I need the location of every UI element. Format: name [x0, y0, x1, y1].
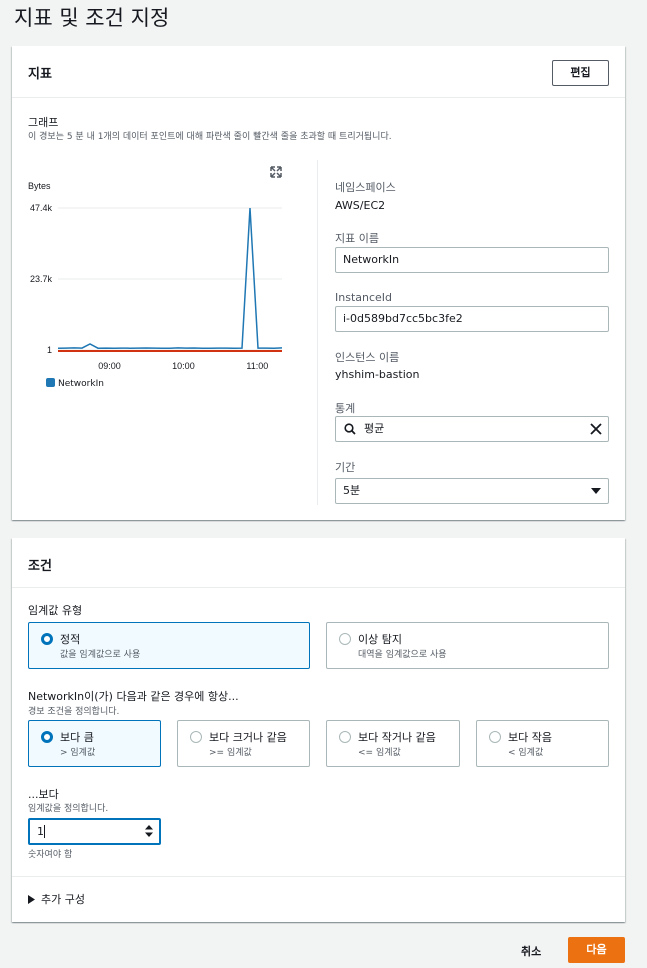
greater-equal-title: 보다 크거나 같음: [209, 731, 287, 744]
y-tick-label: 47.4k: [30, 203, 53, 213]
greater-option[interactable]: 보다 큼 > 임계값: [28, 720, 161, 767]
anomaly-desc: 대역을 임계값으로 사용: [358, 650, 447, 660]
caret-down-icon: [591, 488, 601, 494]
namespace-label: 네임스페이스: [335, 181, 396, 194]
static-radio[interactable]: [41, 633, 53, 645]
anomaly-detection-option[interactable]: 이상 탐지 대역을 임계값으로 사용: [326, 622, 609, 669]
lower-equal-option[interactable]: 보다 작거나 같음 <= 임계값: [326, 720, 460, 767]
than-desc: 임계값을 정의합니다.: [28, 804, 109, 814]
lower-equal-desc: <= 임계값: [358, 748, 401, 758]
threshold-value: 1: [37, 825, 44, 838]
statistic-value: 평균: [364, 422, 385, 435]
y-axis-label: Bytes: [28, 181, 51, 191]
lower-desc: < 임계값: [508, 748, 544, 758]
lower-equal-radio[interactable]: [339, 731, 351, 743]
threshold-type-label: 임계값 유형: [28, 604, 83, 617]
period-label: 기간: [335, 461, 356, 474]
static-title: 정적: [60, 633, 81, 646]
greater-title: 보다 큼: [60, 731, 94, 744]
additional-config-label: 추가 구성: [41, 893, 85, 906]
x-tick-label: 11:00: [246, 361, 268, 371]
graph-label: 그래프: [28, 116, 59, 129]
anomaly-radio[interactable]: [339, 633, 351, 645]
edit-button[interactable]: 편집: [552, 60, 609, 86]
search-icon: [344, 423, 356, 435]
statistic-search-field[interactable]: 평균: [335, 416, 609, 442]
lower-radio[interactable]: [489, 731, 501, 743]
vertical-divider: [317, 160, 318, 505]
x-tick-label: 09:00: [98, 361, 121, 371]
clear-icon[interactable]: [590, 423, 602, 435]
namespace-value: AWS/EC2: [335, 199, 386, 212]
statistic-label: 통계: [335, 402, 356, 415]
spinner-icon[interactable]: [145, 825, 153, 837]
horizontal-divider: [12, 876, 625, 877]
additional-config-toggle[interactable]: 추가 구성: [28, 891, 85, 907]
greater-equal-radio[interactable]: [190, 731, 202, 743]
graph-description: 이 경보는 5 분 내 1개의 데이터 포인트에 대해 파란색 줄이 빨간색 줄…: [28, 132, 392, 142]
whenever-label: NetworkIn이(가) 다음과 같은 경우에 항상...: [28, 690, 239, 703]
legend-swatch: [46, 378, 55, 387]
metric-name-label: 지표 이름: [335, 232, 379, 245]
chart-legend: NetworkIn: [46, 378, 104, 389]
expand-icon[interactable]: [270, 166, 282, 178]
page-title: 지표 및 조건 지정: [14, 6, 170, 30]
greater-desc: > 임계값: [60, 748, 96, 758]
lower-option[interactable]: 보다 작음 < 임계값: [476, 720, 609, 767]
y-tick-label: 1: [47, 345, 52, 355]
series-line-networkin: [57, 207, 283, 350]
greater-equal-desc: >= 임계값: [209, 748, 252, 758]
period-value: 5분: [343, 484, 361, 497]
must-be-number-hint: 숫자여야 함: [28, 850, 73, 860]
anomaly-title: 이상 탐지: [358, 633, 402, 646]
next-button[interactable]: 다음: [568, 937, 625, 963]
condition-card-title: 조건: [28, 559, 52, 574]
x-tick-label: 10:00: [172, 361, 195, 371]
than-label: ...보다: [28, 788, 59, 801]
threshold-input[interactable]: 1: [28, 818, 161, 845]
metric-card-header: 지표 편집: [12, 46, 625, 98]
networkin-chart: Bytes 47.4k 23.7k 1 09:00 10:00 11:00: [28, 181, 283, 371]
whenever-desc: 경보 조건을 정의합니다.: [28, 707, 120, 717]
greater-radio[interactable]: [41, 731, 53, 743]
condition-card-header: 조건: [12, 538, 625, 588]
static-threshold-option[interactable]: 정적 값을 임계값으로 사용: [28, 622, 310, 669]
period-select[interactable]: 5분: [335, 478, 609, 504]
instance-name-value: yhshim-bastion: [335, 368, 420, 381]
instance-id-field[interactable]: i-0d589bd7cc5bc3fe2: [335, 306, 609, 332]
static-desc: 값을 임계값으로 사용: [60, 650, 141, 660]
legend-label: NetworkIn: [58, 379, 104, 389]
metric-card-title: 지표: [28, 67, 52, 82]
lower-title: 보다 작음: [508, 731, 552, 744]
lower-equal-title: 보다 작거나 같음: [358, 731, 436, 744]
instance-id-label: InstanceId: [335, 291, 393, 304]
greater-equal-option[interactable]: 보다 크거나 같음 >= 임계값: [177, 720, 310, 767]
caret-right-icon: [28, 895, 35, 904]
condition-card: 조건 임계값 유형 정적 값을 임계값으로 사용 이상 탐지 대역을 임계값으로…: [12, 538, 625, 922]
text-cursor: [44, 825, 45, 838]
instance-name-label: 인스턴스 이름: [335, 351, 400, 364]
metric-card: 지표 편집 그래프 이 경보는 5 분 내 1개의 데이터 포인트에 대해 파란…: [12, 46, 625, 520]
y-tick-label: 23.7k: [30, 274, 53, 284]
cancel-button[interactable]: 취소: [521, 943, 541, 959]
metric-name-field[interactable]: NetworkIn: [335, 247, 609, 273]
